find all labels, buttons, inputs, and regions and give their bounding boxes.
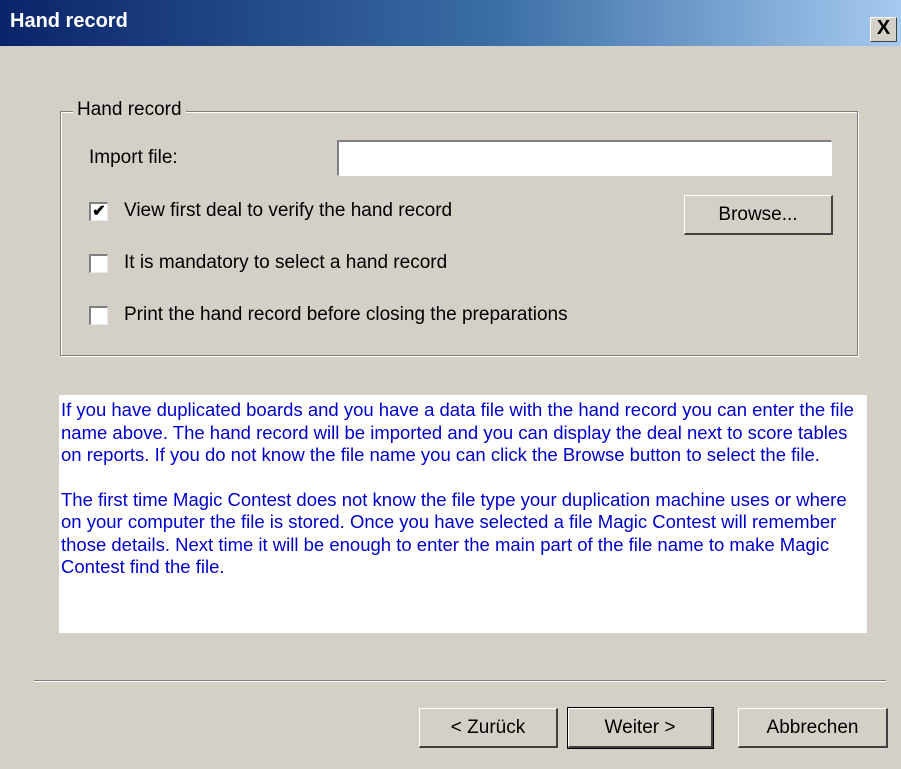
cancel-button-label: Abbrechen (766, 717, 859, 738)
next-button[interactable]: Weiter > (567, 707, 714, 749)
back-button-label: < Zurück (450, 717, 526, 738)
checkbox-box[interactable] (89, 306, 108, 325)
checkbox-label: Print the hand record before closing the… (124, 304, 568, 325)
separator-line (34, 680, 886, 682)
import-file-label: Import file: (89, 147, 178, 168)
import-file-input[interactable] (337, 140, 832, 176)
next-button-label: Weiter > (604, 717, 676, 738)
title-bar[interactable]: Hand record X (0, 0, 901, 46)
checkbox-box[interactable] (89, 254, 108, 273)
browse-button[interactable]: Browse... (684, 195, 833, 235)
window-title: Hand record (10, 10, 128, 32)
dialog-window: Hand record X Hand record Import file: B… (0, 0, 901, 769)
close-button[interactable]: X (870, 17, 897, 42)
cancel-button[interactable]: Abbrechen (738, 708, 888, 748)
help-text-panel: If you have duplicated boards and you ha… (59, 395, 867, 633)
group-legend: Hand record (73, 99, 186, 121)
help-paragraph-2: The first time Magic Contest does not kn… (61, 488, 847, 578)
close-icon: X (876, 17, 891, 39)
back-button[interactable]: < Zurück (419, 708, 558, 748)
checkbox-label: View first deal to verify the hand recor… (124, 200, 453, 221)
checkbox-label: It is mandatory to select a hand record (124, 252, 448, 273)
checkbox-box[interactable]: ✔ (89, 202, 108, 221)
help-paragraph-1: If you have duplicated boards and you ha… (61, 399, 854, 465)
browse-button-label: Browse... (718, 204, 798, 225)
